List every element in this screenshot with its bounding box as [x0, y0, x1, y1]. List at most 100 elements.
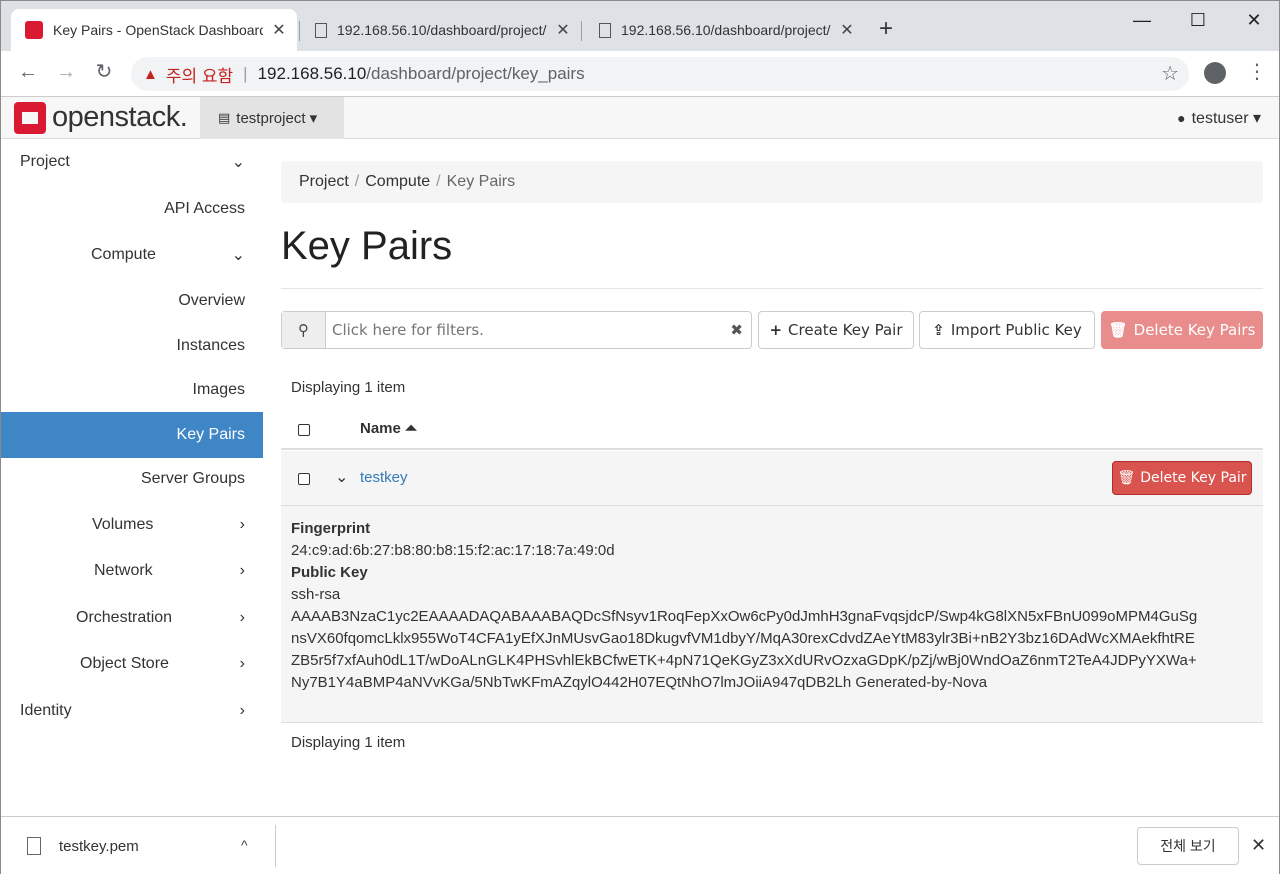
tab-title: 192.168.56.10/dashboard/project/key_pair…: [337, 22, 547, 38]
bookmark-star-icon[interactable]: ☆: [1161, 61, 1179, 86]
tab-close-icon[interactable]: ✕: [271, 20, 287, 40]
tab-close-icon[interactable]: ✕: [839, 20, 855, 40]
breadcrumb-project[interactable]: Project: [299, 173, 349, 191]
tab-close-icon[interactable]: ✕: [555, 20, 571, 40]
import-public-key-button[interactable]: ⇪ Import Public Key: [919, 311, 1095, 349]
tab-download[interactable]: 192.168.56.10/dashboard/project/key_pair…: [301, 9, 579, 51]
search-icon[interactable]: ⚲: [282, 312, 326, 348]
public-key-line: ZB5r5f7xfAuh0dL1T/wDoALnGLK4PHSvhlEkBCfw…: [291, 652, 1197, 669]
public-key-label: Public Key: [291, 564, 368, 581]
sidebar-item-overview[interactable]: Overview: [1, 279, 263, 323]
filter-input[interactable]: [332, 321, 722, 339]
security-warning-text[interactable]: 주의 요함: [166, 62, 233, 87]
chevron-down-icon: ⌄: [231, 247, 245, 264]
sidebar-item-label: Key Pairs: [176, 426, 245, 443]
user-menu[interactable]: ● testuser ▾: [1177, 108, 1261, 128]
sidebar-item-network[interactable]: Network ›: [1, 549, 263, 593]
trash-icon: 🗑: [1108, 321, 1128, 339]
browser-menu-icon[interactable]: ⋮: [1247, 59, 1267, 85]
delete-key-pairs-button[interactable]: 🗑 Delete Key Pairs: [1101, 311, 1263, 349]
sidebar-item-label: Network: [94, 562, 153, 579]
sidebar-item-label: API Access: [164, 200, 245, 217]
table-header: Name ⏶: [281, 410, 1263, 450]
sidebar-item-instances[interactable]: Instances: [1, 324, 263, 368]
upload-icon: ⇪: [932, 321, 945, 339]
page-title: Key Pairs: [281, 224, 453, 268]
sidebar: Project ⌄ API Access Compute ⌄ Overview …: [1, 140, 263, 815]
sidebar-item-label: Project: [20, 153, 70, 170]
browser-toolbar: ← → ↻ ▲ 주의 요함 | 192.168.56.10 /dashboard…: [1, 51, 1279, 96]
close-window-button[interactable]: ✕: [1231, 5, 1277, 35]
sidebar-item-api-access[interactable]: API Access: [1, 187, 263, 231]
column-header-name[interactable]: Name ⏶: [360, 420, 417, 437]
displaying-count-top: Displaying 1 item: [291, 379, 406, 396]
sidebar-item-label: Instances: [176, 337, 245, 354]
sidebar-item-label: Compute: [91, 246, 156, 263]
new-tab-button[interactable]: +: [879, 17, 893, 41]
sidebar-item-compute[interactable]: Compute ⌄: [1, 233, 263, 277]
url-path: /dashboard/project/key_pairs: [366, 64, 585, 83]
chevron-up-icon[interactable]: ^: [241, 837, 248, 853]
close-download-bar-icon[interactable]: ✕: [1251, 835, 1266, 856]
minimize-button[interactable]: —: [1119, 5, 1165, 35]
filter-box: ⚲ ✖: [281, 311, 752, 349]
reload-button[interactable]: ↻: [89, 57, 119, 87]
warning-icon[interactable]: ▲: [143, 66, 158, 83]
project-selector[interactable]: ▤ testproject ▾: [200, 97, 344, 139]
openstack-logo[interactable]: openstack.: [14, 101, 188, 134]
forward-button[interactable]: →: [51, 57, 81, 87]
fingerprint-label: Fingerprint: [291, 520, 371, 537]
public-key-type: ssh-rsa: [291, 586, 341, 603]
tab-generate[interactable]: 192.168.56.10/dashboard/project/key_pair…: [585, 9, 863, 51]
public-key-line: AAAAB3NzaC1yc2EAAAADAQABAAABAQDcSfNsyv1R…: [291, 608, 1198, 625]
row-checkbox[interactable]: [298, 473, 310, 485]
download-bar: testkey.pem ^ 전체 보기 ✕: [1, 816, 1279, 874]
tab-title: 192.168.56.10/dashboard/project/key_pair…: [621, 22, 831, 38]
create-key-pair-button[interactable]: + Create Key Pair: [758, 311, 914, 349]
chevron-right-icon: ›: [239, 516, 245, 533]
user-menu-label: testuser ▾: [1191, 110, 1261, 127]
sidebar-item-volumes[interactable]: Volumes ›: [1, 503, 263, 547]
tab-separator: [581, 21, 582, 41]
project-list-icon: ▤: [218, 110, 231, 125]
file-icon: [27, 837, 41, 855]
show-all-button[interactable]: 전체 보기: [1137, 827, 1239, 865]
key-pair-detail: Fingerprint 24:c9:ad:6b:27:b8:80:b8:15:f…: [281, 506, 1263, 723]
download-filename: testkey.pem: [59, 837, 139, 855]
chevron-right-icon: ›: [239, 562, 245, 579]
project-selector-label: testproject ▾: [236, 110, 318, 127]
sidebar-item-label: Orchestration: [76, 609, 173, 626]
key-pair-name-link[interactable]: testkey: [360, 469, 408, 486]
plus-icon: +: [769, 321, 783, 339]
public-key-line: nsVX60fqomcLklx955WoT4CFA1yEfXJnMUsvGao1…: [291, 630, 1195, 647]
sidebar-item-images[interactable]: Images: [1, 368, 263, 412]
openstack-logo-icon: [14, 101, 46, 134]
maximize-button[interactable]: ☐: [1175, 5, 1221, 35]
clear-filter-icon[interactable]: ✖: [730, 321, 743, 339]
sidebar-item-project[interactable]: Project ⌄: [1, 140, 263, 184]
address-bar[interactable]: ▲ 주의 요함 | 192.168.56.10 /dashboard/proje…: [131, 57, 1189, 91]
sidebar-item-server-groups[interactable]: Server Groups: [1, 457, 263, 501]
breadcrumb-current: Key Pairs: [446, 173, 516, 190]
table-row: ⌄ testkey 🗑 Delete Key Pair: [281, 451, 1263, 506]
sidebar-item-object-store[interactable]: Object Store ›: [1, 642, 263, 686]
account-icon[interactable]: [1204, 62, 1226, 84]
sidebar-item-label: Identity: [20, 702, 72, 719]
chevron-down-icon[interactable]: ⌄: [335, 467, 348, 487]
sidebar-item-key-pairs[interactable]: Key Pairs: [1, 412, 263, 458]
delete-key-pair-button[interactable]: 🗑 Delete Key Pair: [1112, 461, 1252, 495]
sidebar-item-label: Volumes: [92, 516, 154, 533]
tab-key-pairs[interactable]: Key Pairs - OpenStack Dashboard ✕: [11, 9, 297, 51]
user-icon: ●: [1177, 110, 1186, 126]
back-button[interactable]: ←: [13, 57, 43, 87]
sidebar-item-label: Server Groups: [140, 470, 245, 487]
download-item[interactable]: testkey.pem: [27, 837, 139, 855]
chevron-right-icon: ›: [239, 609, 245, 626]
chevron-right-icon: ›: [239, 655, 245, 672]
tab-title: Key Pairs - OpenStack Dashboard: [53, 22, 263, 38]
title-divider: [281, 288, 1263, 289]
sidebar-item-identity[interactable]: Identity ›: [1, 689, 263, 733]
breadcrumb-compute[interactable]: Compute: [365, 173, 430, 191]
select-all-checkbox[interactable]: [298, 424, 310, 436]
sidebar-item-orchestration[interactable]: Orchestration ›: [1, 596, 263, 640]
